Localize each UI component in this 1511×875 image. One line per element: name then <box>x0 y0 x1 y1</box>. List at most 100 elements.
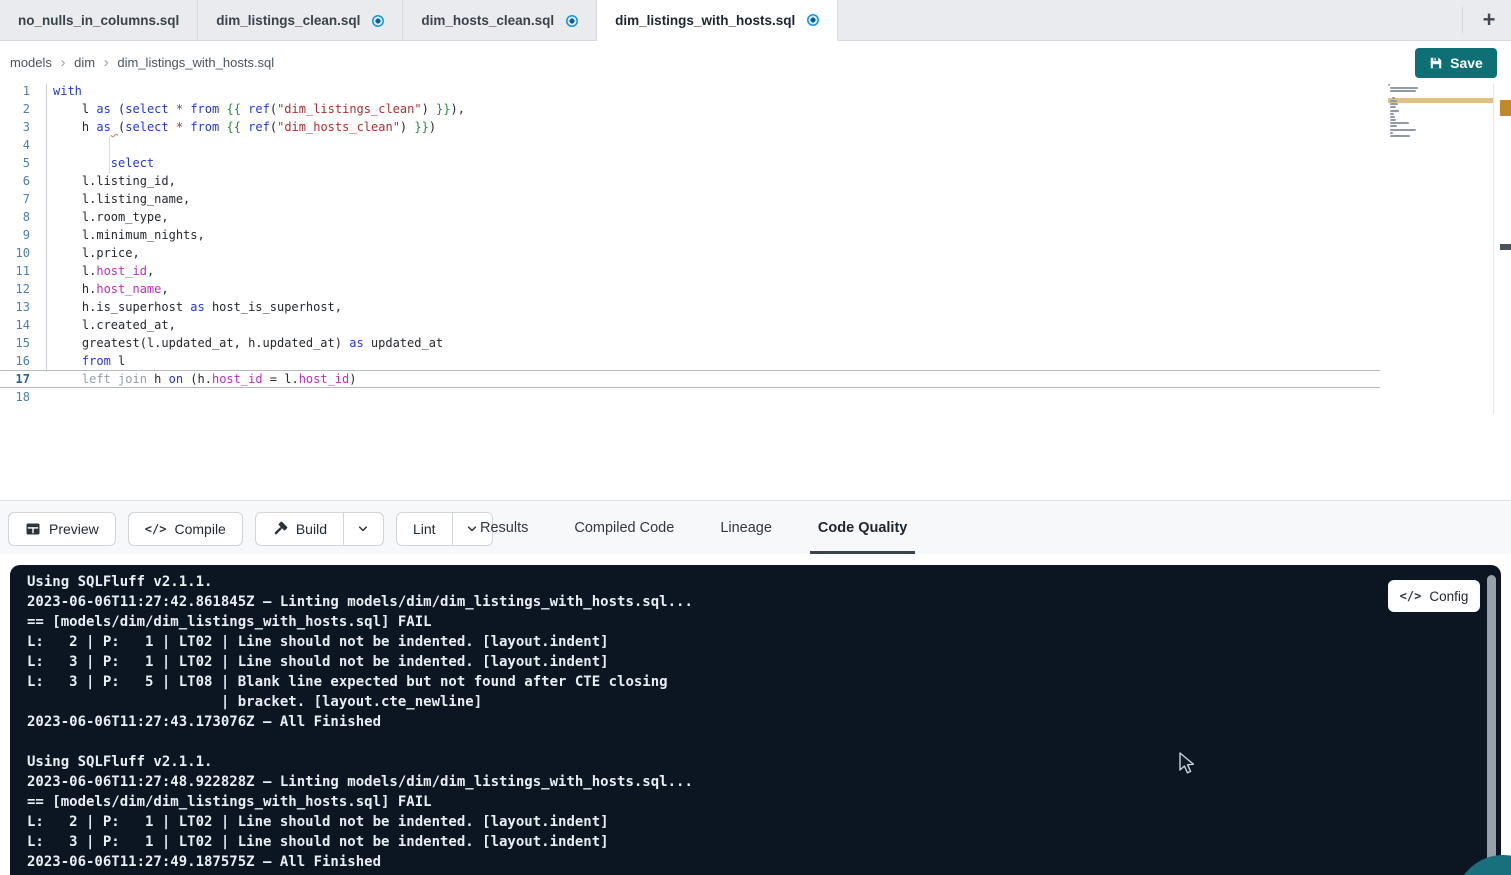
code-line[interactable]: 9 l.minimum_nights, <box>0 226 1380 244</box>
compile-button-label: Compile <box>174 521 225 537</box>
line-number: 11 <box>0 262 30 280</box>
code-line[interactable]: 11 l.host_id, <box>0 262 1380 280</box>
code-line[interactable]: 2 l as (select * from {{ ref("dim_listin… <box>0 100 1380 118</box>
minimap-line <box>1390 116 1395 118</box>
chevron-down-icon <box>466 523 478 535</box>
new-tab-button[interactable]: + <box>1475 6 1503 34</box>
build-dropdown-button[interactable] <box>343 513 383 545</box>
minimap-line <box>1390 135 1410 137</box>
minimap[interactable] <box>1388 84 1466 146</box>
save-button[interactable]: Save <box>1415 48 1497 78</box>
code-line[interactable]: 13 h.is_superhost as host_is_superhost, <box>0 298 1380 316</box>
line-number: 12 <box>0 280 30 298</box>
breadcrumb-item-models[interactable]: models <box>10 55 52 70</box>
line-number: 10 <box>0 244 30 262</box>
terminal-scrollbar[interactable] <box>1487 575 1496 875</box>
code-line[interactable]: 14 l.created_at, <box>0 316 1380 334</box>
file-tab-label: dim_listings_with_hosts.sql <box>615 13 795 28</box>
code-line[interactable]: 8 l.room_type, <box>0 208 1380 226</box>
minimap-line <box>1390 122 1409 124</box>
file-tab-no-nulls[interactable]: no_nulls_in_columns.sql <box>0 0 198 41</box>
line-number: 1 <box>0 82 30 100</box>
file-tab-dim-listings-clean[interactable]: dim_listings_clean.sql <box>198 0 403 41</box>
chevron-down-icon <box>357 523 369 535</box>
line-number: 13 <box>0 298 30 316</box>
terminal-panel: Using SQLFluff v2.1.1. 2023-06-06T11:27:… <box>10 565 1501 875</box>
file-tab-label: dim_listings_clean.sql <box>216 13 360 28</box>
unsaved-changes-icon <box>807 14 819 26</box>
minimap-line <box>1390 129 1416 131</box>
breadcrumb: models › dim › dim_listings_with_hosts.s… <box>10 54 274 71</box>
code-line[interactable]: 15 greatest(l.updated_at, h.updated_at) … <box>0 334 1380 352</box>
lint-button-label: Lint <box>413 521 436 537</box>
file-tab-dim-listings-with-hosts[interactable]: dim_listings_with_hosts.sql <box>597 0 838 41</box>
minimap-line <box>1390 100 1397 102</box>
terminal-output: Using SQLFluff v2.1.1. 2023-06-06T11:27:… <box>10 565 1501 872</box>
code-line[interactable]: 6 l.listing_id, <box>0 172 1380 190</box>
line-number: 4 <box>0 136 30 154</box>
code-line[interactable]: 3 h as (select * from {{ ref("dim_hosts_… <box>0 118 1380 136</box>
table-icon <box>25 521 41 537</box>
minimap-line <box>1390 119 1396 121</box>
line-number: 8 <box>0 208 30 226</box>
code-line[interactable]: 7 l.listing_name, <box>0 190 1380 208</box>
lint-split-button: Lint <box>396 512 493 546</box>
code-line[interactable]: 10 l.price, <box>0 244 1380 262</box>
chevron-right-icon: › <box>61 54 66 71</box>
tab-compiled-code[interactable]: Compiled Code <box>574 501 674 554</box>
hammer-icon <box>272 521 288 537</box>
code-editor[interactable]: 1with2 l as (select * from {{ ref("dim_l… <box>0 84 1511 501</box>
code-line[interactable]: 5 select <box>0 154 1380 172</box>
minimap-line <box>1388 84 1390 86</box>
breadcrumb-item-file: dim_listings_with_hosts.sql <box>117 55 274 70</box>
action-toolbar: Preview </> Compile Build <box>0 501 1511 554</box>
lint-button[interactable]: Lint <box>397 513 452 545</box>
code-line[interactable]: 17 left join h on (h.host_id = l.host_id… <box>0 370 1380 388</box>
tab-results[interactable]: Results <box>480 501 528 554</box>
line-number: 14 <box>0 316 30 334</box>
build-button-label: Build <box>296 521 327 537</box>
annotation-ruler-divider <box>1493 84 1494 414</box>
minimap-line <box>1390 132 1393 134</box>
minimap-line <box>1390 87 1418 89</box>
line-number: 3 <box>0 118 30 136</box>
chevron-right-icon: › <box>104 54 109 71</box>
line-number: 9 <box>0 226 30 244</box>
new-tab-area: + <box>1462 0 1511 40</box>
code-line[interactable]: 16 from l <box>0 352 1380 370</box>
file-header-bar: models › dim › dim_listings_with_hosts.s… <box>0 41 1511 84</box>
unsaved-changes-icon <box>566 15 578 27</box>
lint-warning-marker[interactable] <box>1500 100 1511 116</box>
tab-lineage[interactable]: Lineage <box>720 501 772 554</box>
breadcrumb-item-dim[interactable]: dim <box>74 55 95 70</box>
scroll-position-marker[interactable] <box>1500 244 1511 250</box>
dbt-ide-app: no_nulls_in_columns.sql dim_listings_cle… <box>0 0 1511 875</box>
preview-button[interactable]: Preview <box>8 512 116 546</box>
unsaved-changes-icon <box>372 15 384 27</box>
build-button[interactable]: Build <box>256 513 343 545</box>
save-button-label: Save <box>1450 55 1483 71</box>
code-line[interactable]: 18 <box>0 388 1380 406</box>
code-line[interactable]: 1with <box>0 82 1380 100</box>
floppy-disk-icon <box>1429 56 1443 70</box>
code-icon: </> <box>145 522 167 536</box>
compile-button[interactable]: </> Compile <box>128 512 243 546</box>
config-button[interactable]: </> Config <box>1388 580 1480 612</box>
line-number: 7 <box>0 190 30 208</box>
preview-button-label: Preview <box>49 521 99 537</box>
minimap-line <box>1390 113 1394 115</box>
minimap-line <box>1392 97 1395 99</box>
file-tab-label: dim_hosts_clean.sql <box>421 13 554 28</box>
file-tab-dim-hosts-clean[interactable]: dim_hosts_clean.sql <box>403 0 597 41</box>
editor-tab-bar: no_nulls_in_columns.sql dim_listings_cle… <box>0 0 1511 41</box>
tab-code-quality[interactable]: Code Quality <box>818 501 907 554</box>
code-line[interactable]: 4 <box>0 136 1380 154</box>
file-tab-label: no_nulls_in_columns.sql <box>18 13 179 28</box>
config-button-label: Config <box>1429 589 1468 604</box>
minimap-line <box>1390 90 1415 92</box>
line-number: 15 <box>0 334 30 352</box>
code-lines: 1with2 l as (select * from {{ ref("dim_l… <box>0 82 1380 406</box>
build-split-button: Build <box>255 512 384 546</box>
line-number: 2 <box>0 100 30 118</box>
code-line[interactable]: 12 h.host_name, <box>0 280 1380 298</box>
